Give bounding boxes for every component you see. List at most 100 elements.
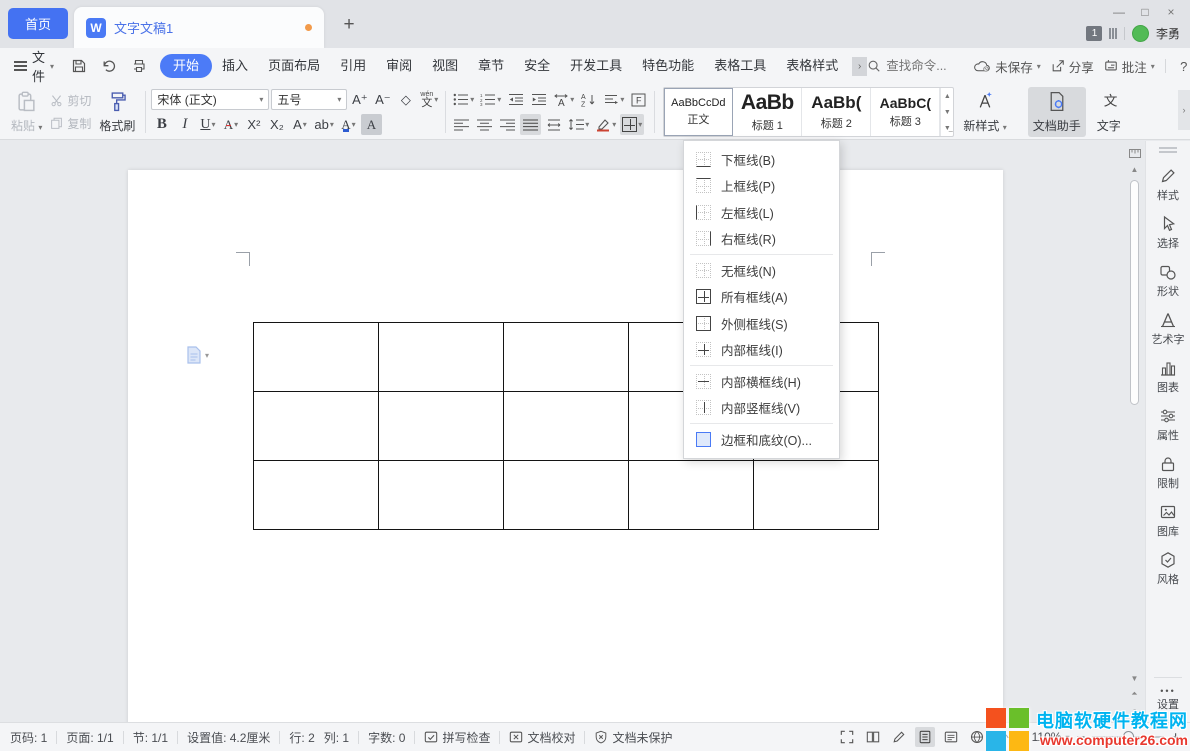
tab-review[interactable]: 审阅 — [376, 54, 422, 78]
doc-protection-button[interactable]: 文档未保护 — [594, 729, 672, 746]
notification-badge[interactable]: 1 — [1086, 26, 1102, 41]
menu-item-bottom-border[interactable]: 下框线(B) — [684, 146, 839, 173]
doc-proofread-button[interactable]: 文档校对 — [509, 729, 575, 746]
copy-button[interactable]: 复制 — [50, 115, 91, 132]
menu-item-all-borders[interactable]: 所有框线(A) — [684, 284, 839, 311]
menu-overflow-button[interactable]: › — [852, 57, 867, 76]
table-cell[interactable] — [379, 323, 504, 392]
style-heading1[interactable]: AaBb 标题 1 — [733, 88, 802, 136]
tab-page-layout[interactable]: 页面布局 — [258, 54, 330, 78]
menu-item-top-border[interactable]: 上框线(P) — [684, 173, 839, 200]
bullet-list-button[interactable]: ▾ — [451, 89, 476, 110]
menu-item-no-border[interactable]: 无框线(N) — [684, 257, 839, 284]
menu-item-left-border[interactable]: 左框线(L) — [684, 199, 839, 226]
paste-button[interactable]: 粘贴 ▾ — [6, 87, 47, 137]
document-page[interactable]: ▾ — [128, 170, 1003, 722]
ruler-toggle-button[interactable] — [1129, 145, 1141, 161]
maximize-button[interactable]: □ — [1132, 3, 1158, 21]
table-cell[interactable] — [254, 392, 379, 461]
menu-item-inside-borders[interactable]: 内部框线(I) — [684, 337, 839, 364]
table-cell[interactable] — [254, 323, 379, 392]
new-style-button[interactable]: 新样式 ▾ — [958, 87, 1011, 137]
sidebar-item-gallery[interactable]: 图库 — [1146, 497, 1190, 545]
paragraph-layout-button[interactable]: ▾ — [601, 89, 626, 110]
read-layout-button[interactable] — [863, 727, 883, 747]
style-heading3[interactable]: AaBbC( 标题 3 — [871, 88, 940, 136]
tab-security[interactable]: 安全 — [514, 54, 560, 78]
text-tools-overflow[interactable]: 文 文字 — [1092, 87, 1126, 137]
save-button[interactable] — [64, 58, 94, 74]
panel-toggle-icon[interactable] — [1109, 28, 1117, 39]
close-button[interactable]: × — [1158, 3, 1184, 21]
table-cell[interactable] — [629, 461, 754, 530]
file-menu[interactable]: 文件 ▾ — [0, 47, 64, 85]
page-view-button[interactable] — [915, 727, 935, 747]
subscript-button[interactable]: X₂ — [266, 114, 287, 135]
tab-home[interactable]: 开始 — [160, 54, 212, 78]
pinyin-guide-button[interactable]: wén文 ▾ — [418, 89, 440, 110]
font-name-select[interactable]: 宋体 (正文)▾ — [151, 89, 269, 110]
text-tool-button[interactable]: F — [628, 89, 649, 110]
format-painter-button[interactable]: 格式刷 — [94, 87, 140, 137]
borders-button[interactable]: ▾ — [620, 114, 644, 135]
underline-button[interactable]: U▾ — [197, 114, 218, 135]
user-name[interactable]: 李勇 — [1156, 25, 1180, 42]
document-tab[interactable]: W 文字文稿1 — [74, 7, 324, 48]
status-word-count[interactable]: 字数: 0 — [368, 729, 405, 746]
ink-mode-button[interactable] — [889, 727, 909, 747]
sidebar-drag-handle[interactable] — [1159, 147, 1177, 153]
tab-dev-tools[interactable]: 开发工具 — [560, 54, 632, 78]
menu-item-borders-and-shading[interactable]: 边框和底纹(O)... — [684, 426, 839, 453]
decrease-indent-button[interactable] — [505, 89, 526, 110]
table-cell[interactable] — [504, 461, 629, 530]
decrease-font-button[interactable]: A⁻ — [372, 89, 393, 110]
table-cell[interactable] — [754, 461, 879, 530]
sidebar-item-theme[interactable]: 风格 — [1146, 545, 1190, 593]
doc-assistant-button[interactable]: 文档助手 — [1028, 87, 1086, 137]
outline-view-button[interactable] — [941, 727, 961, 747]
user-avatar[interactable] — [1132, 25, 1149, 42]
previous-page-button[interactable]: ⏶ — [1131, 686, 1137, 702]
increase-indent-button[interactable] — [528, 89, 549, 110]
table-cell[interactable] — [504, 323, 629, 392]
tab-view[interactable]: 视图 — [422, 54, 468, 78]
sort-button[interactable]: AZ — [578, 89, 599, 110]
menu-item-outside-borders[interactable]: 外侧框线(S) — [684, 310, 839, 337]
style-heading2[interactable]: AaBb( 标题 2 — [802, 88, 871, 136]
menu-item-inside-horizontal-border[interactable]: 内部横框线(H) — [684, 368, 839, 395]
share-button[interactable]: 分享 — [1051, 57, 1094, 76]
line-spacing-button[interactable]: ▾ — [566, 114, 591, 135]
table-cell[interactable] — [504, 392, 629, 461]
justify-button[interactable] — [520, 114, 541, 135]
font-size-select[interactable]: 五号▾ — [271, 89, 347, 110]
numbered-list-button[interactable]: 123▾ — [478, 89, 503, 110]
gallery-up-button[interactable]: ▲ — [941, 88, 953, 104]
fullscreen-view-button[interactable] — [837, 727, 857, 747]
print-button[interactable] — [124, 58, 154, 74]
clear-format-button[interactable]: ◇ — [395, 89, 416, 110]
new-tab-button[interactable]: + — [338, 14, 360, 36]
scroll-up-button[interactable]: ▲ — [1131, 161, 1139, 177]
cut-button[interactable]: 剪切 — [50, 92, 91, 109]
font-color-button[interactable]: A▾ — [338, 114, 359, 135]
character-scale-button[interactable]: A▾ — [551, 89, 576, 110]
help-button[interactable]: ? — [1176, 59, 1190, 74]
sidebar-item-restrict[interactable]: 限制 — [1146, 449, 1190, 497]
style-normal[interactable]: AaBbCcDd 正文 — [664, 88, 733, 136]
undo-button[interactable] — [94, 58, 124, 74]
sidebar-item-wordart[interactable]: 艺术字 — [1146, 305, 1190, 353]
page-options-icon[interactable]: ▾ — [186, 346, 209, 364]
tab-section[interactable]: 章节 — [468, 54, 514, 78]
tab-insert[interactable]: 插入 — [212, 54, 258, 78]
tab-special-features[interactable]: 特色功能 — [632, 54, 704, 78]
comment-button[interactable]: 批注 ▾ — [1104, 57, 1155, 76]
table-cell[interactable] — [254, 461, 379, 530]
italic-button[interactable]: I — [174, 114, 195, 135]
distribute-button[interactable] — [543, 114, 564, 135]
command-search-input[interactable] — [886, 59, 964, 73]
sidebar-item-select[interactable]: 选择 — [1146, 209, 1190, 257]
highlight-button[interactable]: ab▾ — [312, 114, 335, 135]
sidebar-item-style[interactable]: 样式 — [1146, 161, 1190, 209]
minimize-button[interactable]: — — [1106, 3, 1132, 21]
ribbon-overflow-chevron[interactable]: › — [1178, 90, 1190, 130]
